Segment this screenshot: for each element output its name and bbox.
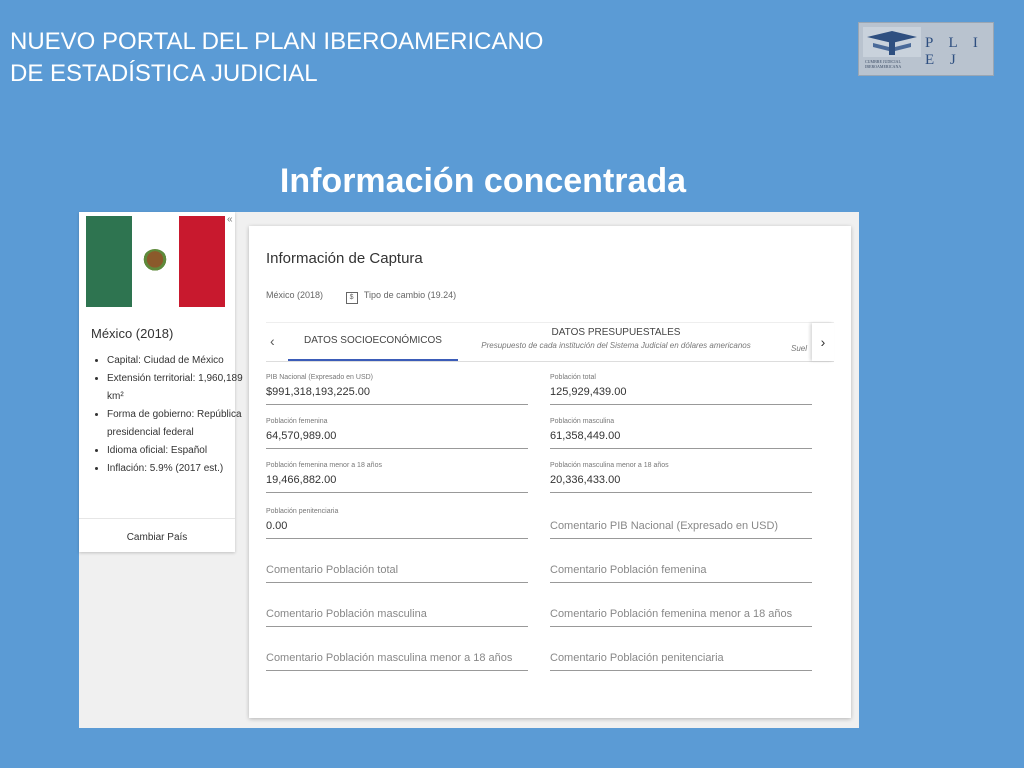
slide-title-line-2: DE ESTADÍSTICA JUDICIAL bbox=[10, 60, 318, 87]
poblacion-total-field[interactable]: Población total 125,929,439.00 bbox=[550, 374, 812, 405]
tab-label: DATOS SOCIOECONÓMICOS bbox=[304, 335, 442, 346]
pib-nacional-field[interactable]: PIB Nacional (Expresado en USD) $991,318… bbox=[266, 374, 528, 405]
comentario-poblacion-total-field[interactable]: Comentario Población total bbox=[266, 552, 528, 583]
flag-eagle-emblem bbox=[142, 248, 169, 275]
field-label: Población masculina bbox=[550, 418, 615, 425]
field-placeholder: Comentario Población femenina menor a 18… bbox=[550, 608, 793, 620]
comentario-poblacion-masculina-field[interactable]: Comentario Población masculina bbox=[266, 596, 528, 627]
section-heading: Información concentrada bbox=[279, 162, 687, 200]
field-label: Población penitenciaria bbox=[266, 508, 339, 515]
country-year-label: México (2018) bbox=[266, 290, 324, 300]
panel-divider bbox=[79, 518, 235, 519]
field-value: $991,318,193,225.00 bbox=[266, 386, 370, 398]
field-placeholder: Comentario Población femenina bbox=[550, 564, 707, 576]
country-fact-territory: Extensión territorial: 1,960,189 km² bbox=[107, 370, 247, 406]
country-fact-inflation: Inflación: 5.9% (2017 est.) bbox=[107, 460, 247, 478]
capture-card: Información de Captura México (2018) $ T… bbox=[249, 226, 851, 718]
tabs-scroll-left-icon[interactable]: ‹ bbox=[270, 333, 275, 349]
poblacion-penitenciaria-field[interactable]: Población penitenciaria 0.00 bbox=[266, 508, 528, 539]
mexico-flag-icon bbox=[86, 216, 225, 307]
flag-green-stripe bbox=[86, 216, 133, 307]
field-value: 64,570,989.00 bbox=[266, 430, 337, 442]
logo-text: P L I E J bbox=[925, 35, 984, 68]
tab-label: DATOS PRESUPUESTALES bbox=[551, 327, 681, 338]
comentario-poblacion-masculina-menor-18-field[interactable]: Comentario Población masculina menor a 1… bbox=[266, 640, 528, 671]
tabs-bar: ‹ DATOS SOCIOECONÓMICOS DATOS PRESUPUEST… bbox=[266, 322, 834, 362]
tab-description: Presupuesto de cada institución del Sist… bbox=[481, 341, 751, 350]
country-fact-capital: Capital: Ciudad de México bbox=[107, 352, 247, 370]
field-placeholder: Comentario Población masculina menor a 1… bbox=[266, 652, 513, 664]
country-fact-language: Idioma oficial: Español bbox=[107, 442, 247, 460]
field-label: PIB Nacional (Expresado en USD) bbox=[266, 374, 373, 381]
field-label: Población femenina menor a 18 años bbox=[266, 462, 382, 469]
field-value: 19,466,882.00 bbox=[266, 474, 337, 486]
flag-red-stripe bbox=[178, 216, 225, 307]
comentario-poblacion-femenina-field[interactable]: Comentario Población femenina bbox=[550, 552, 812, 583]
tabs-scroll-right-icon[interactable]: › bbox=[812, 323, 834, 361]
field-value: 125,929,439.00 bbox=[550, 386, 627, 398]
exchange-rate-label: Tipo de cambio (19.24) bbox=[363, 290, 457, 300]
portal-screenshot: « México (2018) Capital: Ciudad de Méxic… bbox=[79, 212, 859, 728]
tab-datos-socioeconomicos[interactable]: DATOS SOCIOECONÓMICOS bbox=[288, 323, 458, 361]
country-title: México (2018) bbox=[91, 326, 174, 341]
poblacion-femenina-field[interactable]: Población femenina 64,570,989.00 bbox=[266, 418, 528, 449]
field-label: Población femenina bbox=[266, 418, 328, 425]
tab-datos-presupuestales[interactable]: DATOS PRESUPUESTALES Presupuesto de cada… bbox=[466, 323, 766, 361]
capture-subtitle: México (2018) $ Tipo de cambio (19.24) bbox=[266, 290, 456, 304]
poblacion-masculina-menor-18-field[interactable]: Población masculina menor a 18 años 20,3… bbox=[550, 462, 812, 493]
comentario-poblacion-femenina-menor-18-field[interactable]: Comentario Población femenina menor a 18… bbox=[550, 596, 812, 627]
pliej-emblem-icon bbox=[863, 27, 921, 57]
comentario-pib-field[interactable]: Comentario PIB Nacional (Expresado en US… bbox=[550, 508, 812, 539]
field-placeholder: Comentario Población penitenciaria bbox=[550, 652, 724, 664]
field-placeholder: Comentario PIB Nacional (Expresado en US… bbox=[550, 520, 779, 532]
collapse-panel-icon[interactable]: « bbox=[227, 214, 233, 225]
field-value: 61,358,449.00 bbox=[550, 430, 621, 442]
tab-description: Suel bbox=[790, 344, 807, 353]
field-placeholder: Comentario Población total bbox=[266, 564, 399, 576]
tab-partial[interactable]: Suel bbox=[786, 323, 812, 361]
poblacion-masculina-field[interactable]: Población masculina 61,358,449.00 bbox=[550, 418, 812, 449]
slide-title-line-1: NUEVO PORTAL DEL PLAN IBEROAMERICANO bbox=[10, 28, 544, 55]
field-label: Población total bbox=[550, 374, 596, 381]
comentario-poblacion-penitenciaria-field[interactable]: Comentario Población penitenciaria bbox=[550, 640, 812, 671]
capture-title: Información de Captura bbox=[266, 250, 423, 267]
country-panel: « México (2018) Capital: Ciudad de Méxic… bbox=[79, 212, 243, 552]
money-icon: $ bbox=[345, 292, 358, 304]
country-fact-government: Forma de gobierno: República presidencia… bbox=[107, 406, 247, 442]
field-placeholder: Comentario Población masculina bbox=[266, 608, 427, 620]
poblacion-femenina-menor-18-field[interactable]: Población femenina menor a 18 años 19,46… bbox=[266, 462, 528, 493]
slide-title: NUEVO PORTAL DEL PLAN IBEROAMERICANO DE … bbox=[10, 26, 543, 90]
flag-white-stripe bbox=[132, 216, 179, 307]
field-label: Población masculina menor a 18 años bbox=[550, 462, 669, 469]
field-value: 0.00 bbox=[266, 520, 288, 532]
pliej-logo: P L I E J CUMBRE JUDICIAL IBEROAMERICANA bbox=[858, 22, 994, 76]
logo-subtext: CUMBRE JUDICIAL IBEROAMERICANA bbox=[865, 59, 902, 69]
change-country-button[interactable]: Cambiar País bbox=[79, 532, 235, 543]
country-facts-list: Capital: Ciudad de México Extensión terr… bbox=[91, 352, 247, 478]
field-value: 20,336,433.00 bbox=[550, 474, 621, 486]
